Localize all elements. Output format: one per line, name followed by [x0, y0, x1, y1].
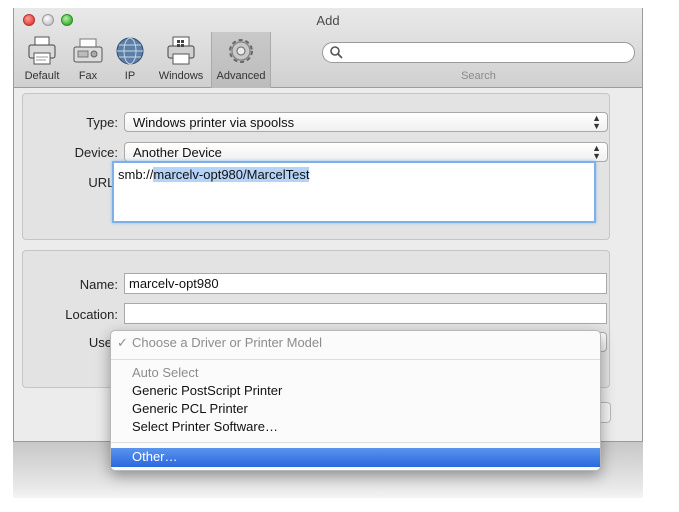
toolbar-ip-button[interactable]: IP	[112, 36, 148, 84]
search-label: Search	[461, 70, 496, 82]
window-title: Add	[316, 13, 340, 28]
url-input[interactable]: smb://marcelv-opt980/MarcelTest	[112, 161, 596, 223]
fax-icon	[73, 38, 103, 63]
name-label: Name:	[79, 277, 118, 292]
menu-item-label: Choose a Driver or Printer Model	[132, 335, 323, 350]
popup-arrows-icon: ▲ ▼	[592, 143, 601, 161]
toolbar-windows-label: Windows	[158, 70, 204, 82]
menu-item-generic-postscript[interactable]: Generic PostScript Printer	[111, 382, 600, 400]
printer-icon	[28, 36, 56, 65]
toolbar-advanced-button[interactable]: Advanced	[211, 32, 271, 88]
device-label: Device:	[74, 145, 118, 160]
url-selected-text: marcelv-opt980/MarcelTest	[153, 167, 310, 182]
popup-arrows-icon: ▲ ▼	[592, 113, 601, 131]
name-input[interactable]: marcelv-opt980	[124, 273, 607, 294]
toolbar-fax-label: Fax	[78, 70, 98, 82]
toolbar-default-button[interactable]: Default	[20, 36, 64, 84]
toolbar-ip-label: IP	[124, 70, 136, 82]
location-input[interactable]	[124, 303, 607, 324]
menu-item-other[interactable]: Other…	[111, 448, 600, 467]
url-label: URL:	[88, 175, 118, 190]
type-label: Type:	[86, 115, 118, 130]
toolbar: Add Default Fax IP Windows Advanced Sear…	[14, 8, 642, 88]
device-value: Another Device	[133, 145, 222, 160]
toolbar-default-label: Default	[24, 70, 60, 82]
menu-item-generic-pcl[interactable]: Generic PCL Printer	[111, 400, 600, 418]
toolbar-advanced-label: Advanced	[216, 70, 266, 82]
globe-icon	[116, 37, 144, 65]
toolbar-windows-button[interactable]: Windows	[154, 36, 208, 84]
name-value: marcelv-opt980	[129, 276, 219, 291]
driver-popup-menu: ✓ Choose a Driver or Printer Model Auto …	[110, 330, 601, 471]
menu-separator	[111, 442, 600, 443]
url-prefix: smb://	[118, 167, 154, 182]
device-popup[interactable]: Another Device ▲ ▼	[124, 142, 608, 162]
location-label: Location:	[65, 307, 118, 322]
search-field[interactable]	[322, 42, 635, 63]
use-label: Use	[88, 335, 112, 350]
toolbar-fax-button[interactable]: Fax	[70, 36, 106, 84]
checkmark-icon: ✓	[117, 335, 128, 350]
menu-separator	[111, 359, 600, 360]
type-value: Windows printer via spoolss	[133, 115, 295, 130]
windows-printer-icon	[167, 36, 195, 65]
gear-icon	[229, 39, 253, 63]
menu-item-auto-select: Auto Select	[132, 365, 199, 380]
search-icon	[330, 46, 343, 59]
menu-item-choose-driver[interactable]: ✓ Choose a Driver or Printer Model	[111, 334, 600, 352]
menu-item-select-printer-software[interactable]: Select Printer Software…	[111, 418, 600, 436]
type-popup[interactable]: Windows printer via spoolss ▲ ▼	[124, 112, 608, 132]
